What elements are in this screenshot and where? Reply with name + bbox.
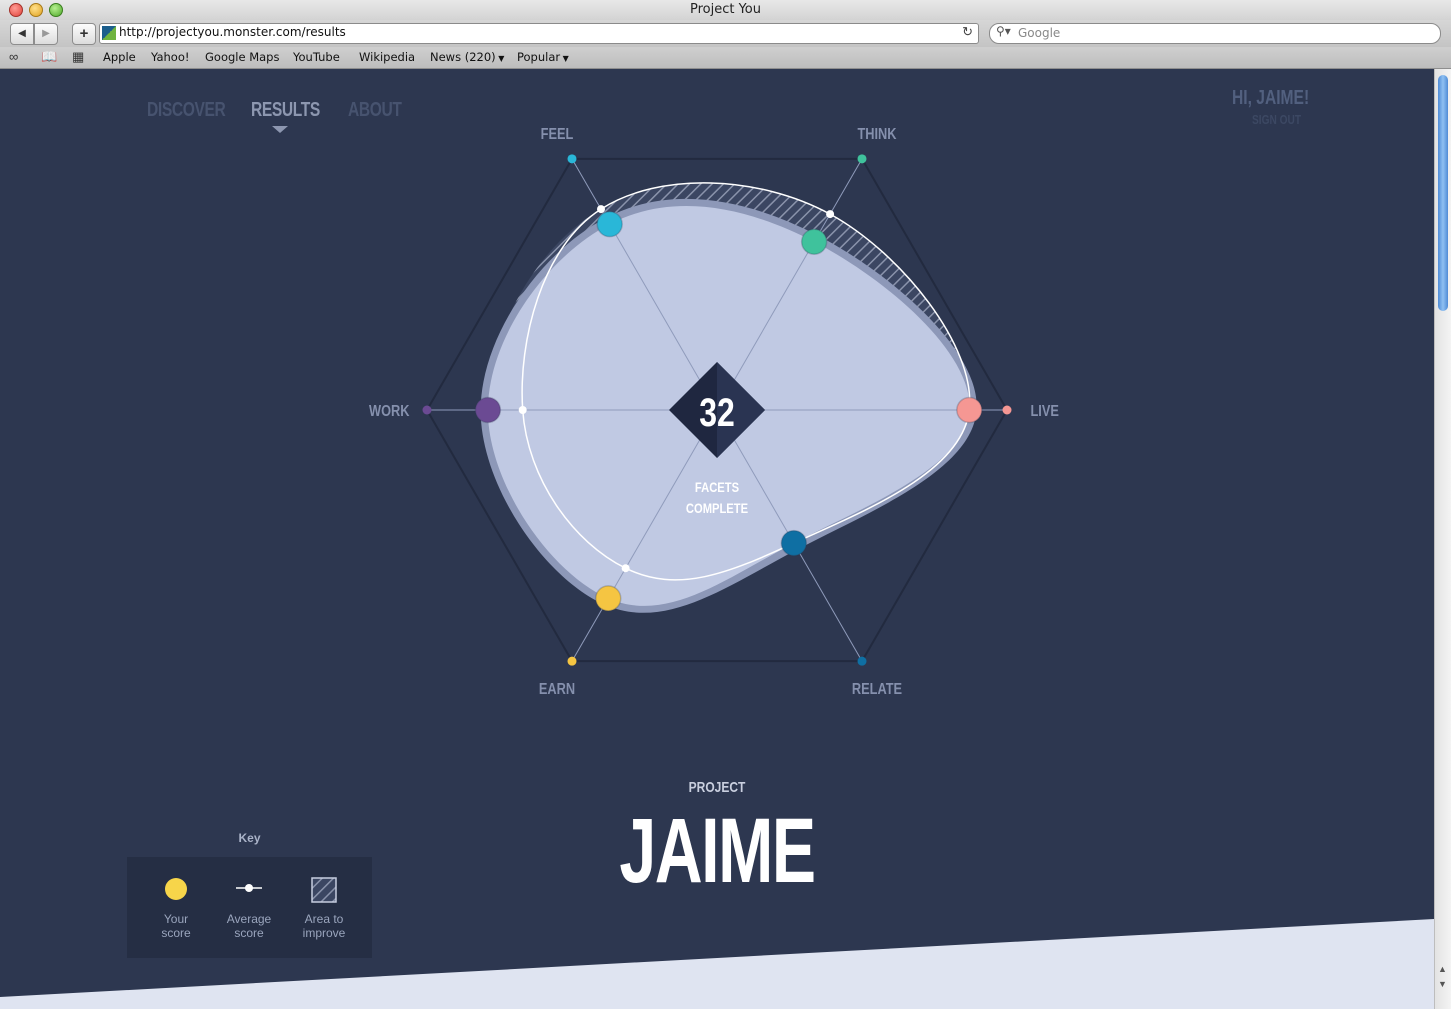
- key-title: Key: [238, 831, 261, 845]
- dropdown-arrow-icon: ▼: [560, 54, 569, 63]
- score-dot-live[interactable]: [956, 396, 983, 424]
- window-titlebar: Project You: [0, 0, 1451, 20]
- axis-end-dot-work: [422, 405, 432, 415]
- average-score-swatch-icon: [236, 884, 262, 892]
- add-bookmark-button[interactable]: +: [72, 23, 96, 45]
- average-dot-earn: [621, 564, 630, 573]
- key-average-score-label: Average score: [209, 912, 289, 940]
- grid-icon[interactable]: ▦: [72, 49, 84, 65]
- dropdown-arrow-icon: ▼: [495, 54, 505, 63]
- facets-caption-line2: COMPLETE: [686, 501, 748, 516]
- axis-end-dot-relate: [857, 656, 867, 666]
- search-icon: ⚲▾: [996, 24, 1011, 38]
- bookmark-wikipedia[interactable]: Wikipedia: [359, 50, 415, 64]
- key-average-score-line2: score: [234, 926, 264, 940]
- key-area-to-improve-line2: improve: [302, 926, 346, 940]
- radar-chart: FEEL THINK LIVE RELATE EARN WORK 32 FACETS CO…: [369, 126, 1059, 699]
- close-window-button[interactable]: [9, 3, 23, 17]
- score-dot-feel[interactable]: [596, 210, 623, 238]
- address-bar[interactable]: http://projectyou.monster.com/results ↻: [99, 23, 979, 44]
- page-content: DISCOVER RESULTS ABOUT HI, JAIME! SIGN O…: [0, 69, 1434, 1009]
- reading-glasses-icon[interactable]: ∞: [9, 49, 18, 64]
- key-area-to-improve-label: Area to improve: [284, 912, 364, 940]
- minimize-window-button[interactable]: [29, 3, 43, 17]
- axis-label-work: WORK: [369, 403, 410, 421]
- average-dot-think: [826, 210, 835, 219]
- back-button[interactable]: ◀: [10, 23, 34, 45]
- average-dot-work: [518, 406, 527, 414]
- scroll-down-icon[interactable]: ▼: [1438, 979, 1447, 989]
- project-label: PROJECT: [688, 779, 746, 796]
- search-placeholder: Google: [1018, 26, 1061, 40]
- key-area-to-improve-line1: Area to: [304, 912, 344, 926]
- axis-end-dot-think: [857, 154, 867, 164]
- bookmark-yahoo[interactable]: Yahoo!: [151, 50, 189, 64]
- zoom-window-button[interactable]: [49, 3, 63, 17]
- key-your-score-line2: score: [161, 926, 191, 940]
- scrollbar-thumb[interactable]: [1438, 75, 1448, 311]
- search-field[interactable]: ⚲▾ Google: [989, 23, 1441, 44]
- bookmark-google-maps[interactable]: Google Maps: [205, 50, 279, 64]
- average-dot-feel: [597, 205, 605, 214]
- axis-end-dot-earn: [567, 656, 577, 666]
- plus-icon: +: [79, 25, 89, 42]
- score-dot-earn[interactable]: [595, 585, 622, 612]
- score-dot-think[interactable]: [800, 228, 828, 255]
- score-dot-work[interactable]: [474, 396, 502, 424]
- bookmark-news[interactable]: News (220) ▼: [430, 50, 504, 64]
- key-average-score-line1: Average: [226, 912, 272, 926]
- bookmark-youtube[interactable]: YouTube: [293, 50, 340, 64]
- axis-label-feel: FEEL: [541, 126, 574, 144]
- reload-icon[interactable]: ↻: [962, 24, 973, 40]
- key-your-score-label: Your score: [136, 912, 216, 940]
- forward-arrow-icon: ▶: [42, 28, 50, 39]
- hatch-swatch-icon: [311, 877, 337, 903]
- key-your-score-line1: Your: [163, 912, 189, 926]
- your-score-swatch-icon: [165, 878, 187, 900]
- window-title: Project You: [689, 2, 762, 17]
- book-icon[interactable]: 📖: [41, 49, 57, 65]
- site-favicon-icon: [102, 26, 116, 40]
- url-text[interactable]: http://projectyou.monster.com/results: [119, 25, 346, 39]
- bookmark-apple[interactable]: Apple: [103, 50, 136, 64]
- axis-end-dot-live: [1002, 405, 1012, 415]
- axis-label-think: THINK: [857, 126, 897, 144]
- browser-toolbar: ◀ ▶ + http://projectyou.monster.com/resu…: [0, 20, 1451, 47]
- axis-end-dot-feel: [567, 154, 577, 164]
- scroll-up-icon[interactable]: ▲: [1438, 964, 1447, 974]
- bookmarks-bar: ∞ 📖 ▦ Apple Yahoo! Google Maps YouTube W…: [0, 47, 1451, 69]
- axis-label-relate: RELATE: [852, 681, 902, 699]
- bookmark-news-label: News (220): [430, 50, 496, 64]
- forward-button[interactable]: ▶: [34, 23, 58, 45]
- bookmark-popular[interactable]: Popular ▼: [517, 50, 569, 64]
- vertical-scrollbar[interactable]: ▲ ▼: [1434, 69, 1451, 1009]
- axis-label-live: LIVE: [1030, 403, 1059, 421]
- axis-label-earn: EARN: [539, 681, 575, 699]
- bookmark-popular-label: Popular: [517, 50, 561, 64]
- back-arrow-icon: ◀: [18, 28, 26, 39]
- facets-caption-line1: FACETS: [695, 480, 739, 495]
- facets-count: 32: [699, 390, 735, 435]
- score-dot-relate[interactable]: [780, 529, 808, 557]
- key-legend: Your score Average score Area to improve: [127, 857, 372, 958]
